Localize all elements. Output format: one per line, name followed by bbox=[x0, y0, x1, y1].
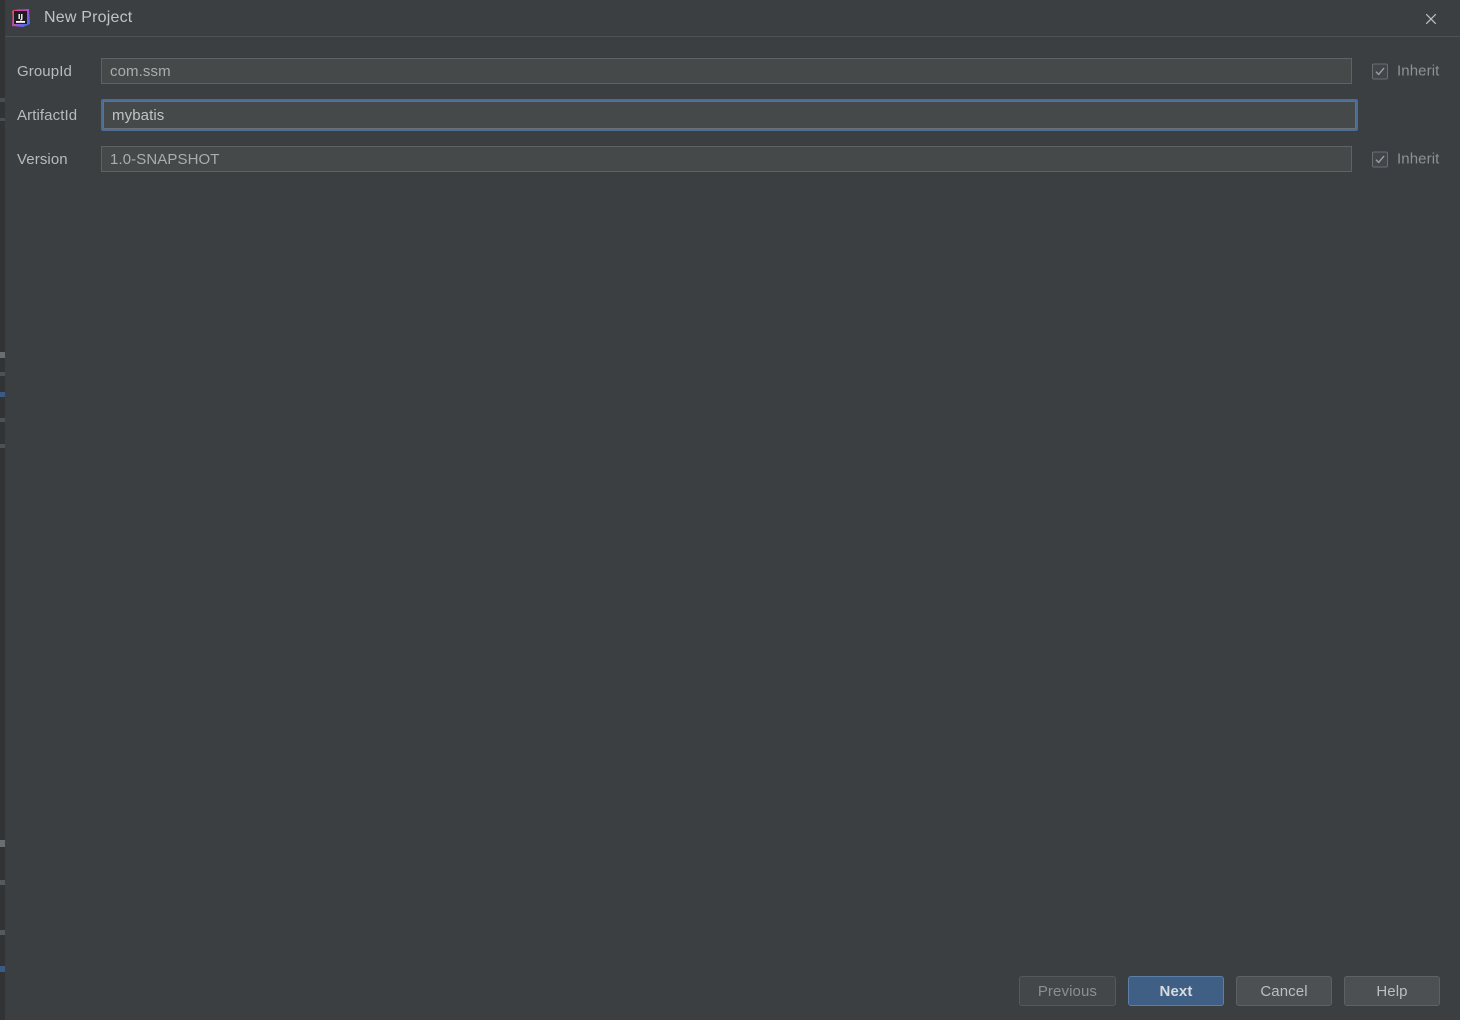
titlebar: IJ New Project bbox=[0, 0, 1460, 37]
artifactid-input[interactable] bbox=[103, 101, 1356, 129]
close-icon bbox=[1425, 13, 1437, 24]
maven-coordinates-form: GroupId Inherit ArtifactId bbox=[0, 49, 1460, 181]
intellij-idea-icon: IJ bbox=[10, 7, 32, 29]
groupid-label: GroupId bbox=[17, 62, 72, 80]
svg-text:IJ: IJ bbox=[18, 13, 23, 21]
artifactid-focus-ring bbox=[101, 99, 1358, 131]
window-title: New Project bbox=[44, 9, 133, 26]
new-project-dialog: IJ New Project GroupId com.ssm Inherit A… bbox=[0, 0, 1460, 1020]
help-button[interactable]: Help bbox=[1344, 976, 1440, 1006]
form-row-artifactid: ArtifactId bbox=[0, 93, 1460, 137]
next-button[interactable]: Next bbox=[1128, 976, 1224, 1006]
dialog-button-bar: Previous Next Cancel Help bbox=[1018, 976, 1440, 1006]
checkbox-checked-icon[interactable] bbox=[1372, 63, 1388, 79]
groupid-inherit-label: Inherit bbox=[1397, 62, 1440, 80]
form-row-groupid: GroupId Inherit bbox=[0, 49, 1460, 93]
checkbox-checked-icon[interactable] bbox=[1372, 151, 1388, 167]
previous-button[interactable]: Previous bbox=[1018, 976, 1116, 1006]
version-inherit-checkbox[interactable]: Inherit bbox=[1372, 151, 1439, 168]
dialog-content: GroupId Inherit ArtifactId bbox=[0, 37, 1460, 1020]
close-button[interactable] bbox=[1402, 0, 1460, 37]
form-row-version: Version Inherit bbox=[0, 137, 1460, 181]
version-input[interactable] bbox=[101, 146, 1352, 172]
artifactid-label: ArtifactId bbox=[17, 106, 78, 124]
version-inherit-label: Inherit bbox=[1397, 150, 1440, 168]
cancel-button[interactable]: Cancel bbox=[1236, 976, 1332, 1006]
groupid-inherit-checkbox[interactable]: Inherit bbox=[1372, 63, 1439, 80]
groupid-input[interactable] bbox=[101, 58, 1352, 84]
version-label: Version bbox=[17, 150, 68, 168]
background-window-edge bbox=[0, 0, 5, 1020]
